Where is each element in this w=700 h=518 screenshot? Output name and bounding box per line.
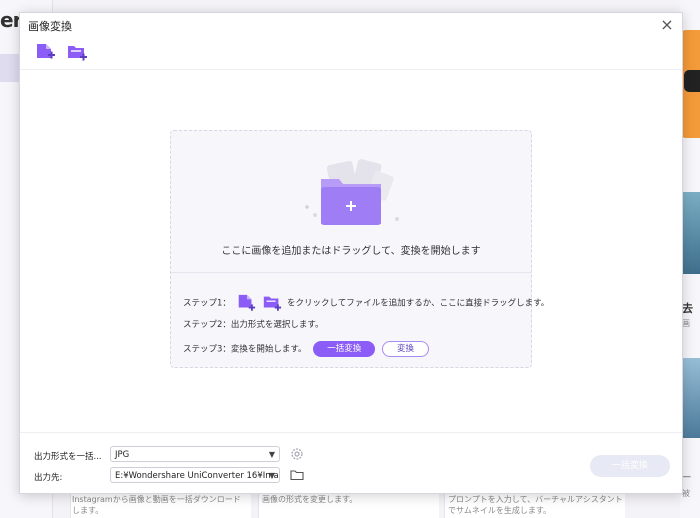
step-1-prefix: ステップ1： — [183, 298, 231, 309]
background-tile-promo — [680, 30, 700, 138]
background-tile-image-2 — [680, 358, 700, 438]
step-1: ステップ1： をクリックしてファイルを追加するか、ここに直接ドラッグします。 — [183, 293, 549, 313]
output-format-select[interactable]: JPG ▼ — [110, 446, 280, 462]
output-format-label: 出力形式を一括... — [34, 452, 102, 462]
background-tile3-title: — — [682, 472, 691, 482]
step-3: ステップ3：変換を開始します。 一括変換 変換 — [183, 341, 429, 357]
drop-instruction: ここに画像を追加またはドラッグして、変換を開始します — [221, 246, 481, 257]
chevron-down-icon: ▼ — [268, 450, 275, 459]
background-right-panel: 去 画 — 被 — [680, 0, 700, 518]
settings-gear-icon[interactable] — [290, 447, 304, 461]
output-settings-bar: 出力形式を一括... JPG ▼ 出力先: E:¥Wondershare Uni… — [20, 432, 682, 494]
convert-all-button[interactable]: 一括変換 — [590, 455, 670, 477]
dialog-titlebar: 画像変換 × — [20, 13, 682, 37]
step-3-prefix: ステップ3：変換を開始します。 — [183, 344, 307, 355]
image-converter-dialog: 画像変換 × ここに画像を追加またはドラッグして、変換を開始します ステップ1：… — [19, 12, 683, 494]
convert-all-pill-button[interactable]: 一括変換 — [313, 341, 376, 357]
toolbar — [20, 39, 682, 70]
add-folder-icon[interactable] — [262, 293, 282, 313]
drop-zone[interactable]: ここに画像を追加またはドラッグして、変換を開始します ステップ1： をクリックし… — [170, 130, 549, 368]
output-location-label: 出力先: — [34, 473, 63, 483]
step-1-suffix: をクリックしてファイルを追加するか、ここに直接ドラッグします。 — [287, 298, 550, 309]
convert-pill-button[interactable]: 変換 — [381, 341, 429, 357]
close-button[interactable]: × — [658, 16, 676, 34]
chevron-down-icon: ▼ — [268, 471, 275, 480]
add-file-icon[interactable] — [34, 42, 56, 64]
output-location-select[interactable]: E:¥Wondershare UniConverter 16¥Ima ▼ — [110, 467, 280, 483]
background-tile-sub: 画 — [682, 319, 690, 328]
background-card-desc: 画像の形式を変更します。 — [262, 495, 358, 504]
folder-add-illustration-icon — [305, 159, 399, 225]
background-card-desc: Instagramから画像と動画を一括ダウンロードします。 — [72, 495, 241, 515]
add-file-icon[interactable] — [236, 293, 256, 313]
divider — [171, 272, 531, 273]
output-location-value: E:¥Wondershare UniConverter 16¥Ima — [115, 471, 279, 481]
tiktok-icon — [684, 70, 700, 92]
dialog-title: 画像変換 — [28, 20, 72, 33]
add-folder-icon[interactable] — [66, 42, 88, 64]
output-format-value: JPG — [115, 450, 130, 460]
background-sidebar-selected — [0, 54, 20, 82]
background-tile-title: 去 — [682, 302, 693, 315]
background-tile3-sub: 被 — [682, 489, 690, 498]
step-2: ステップ2：出力形式を選択します。 — [183, 320, 324, 330]
folder-icon[interactable] — [290, 468, 304, 482]
background-card-desc: プロンプトを入力して、バーチャルアシスタントでサムネイルを生成します。 — [448, 495, 623, 515]
background-tile-image — [680, 192, 700, 274]
